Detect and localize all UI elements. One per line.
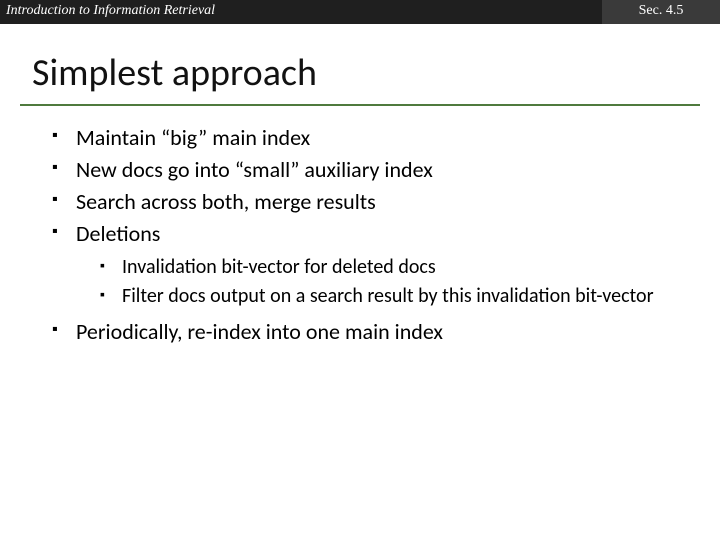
slide-title: Simplest approach bbox=[0, 24, 720, 104]
sub-bullet-text: Filter docs output on a search result by… bbox=[122, 284, 654, 308]
sub-bullet-text: Invalidation bit-vector for deleted docs bbox=[122, 255, 436, 279]
bullet-text: Periodically, re-index into one main ind… bbox=[76, 318, 443, 345]
header-right: Sec. 4.5 bbox=[602, 0, 720, 24]
bullet-text: Deletions bbox=[76, 220, 160, 247]
content: Maintain “big” main index New docs go in… bbox=[0, 106, 720, 346]
slide: Introduction to Information Retrieval Se… bbox=[0, 0, 720, 540]
header-bar: Introduction to Information Retrieval Se… bbox=[0, 0, 720, 24]
bullet-text: New docs go into “small” auxiliary index bbox=[76, 156, 433, 183]
bullet: Search across both, merge results bbox=[58, 188, 686, 216]
header-left: Introduction to Information Retrieval bbox=[0, 0, 602, 24]
bullet-text: Search across both, merge results bbox=[76, 188, 376, 215]
bullet: Periodically, re-index into one main ind… bbox=[58, 318, 686, 346]
sub-bullet: Filter docs output on a search result by… bbox=[104, 284, 686, 310]
bullet: Maintain “big” main index bbox=[58, 124, 686, 152]
sub-bullet: Invalidation bit-vector for deleted docs bbox=[104, 255, 686, 281]
bullet-text: Maintain “big” main index bbox=[76, 124, 310, 151]
bullet: New docs go into “small” auxiliary index bbox=[58, 156, 686, 184]
bullet: Deletions Invalidation bit-vector for de… bbox=[58, 220, 686, 309]
